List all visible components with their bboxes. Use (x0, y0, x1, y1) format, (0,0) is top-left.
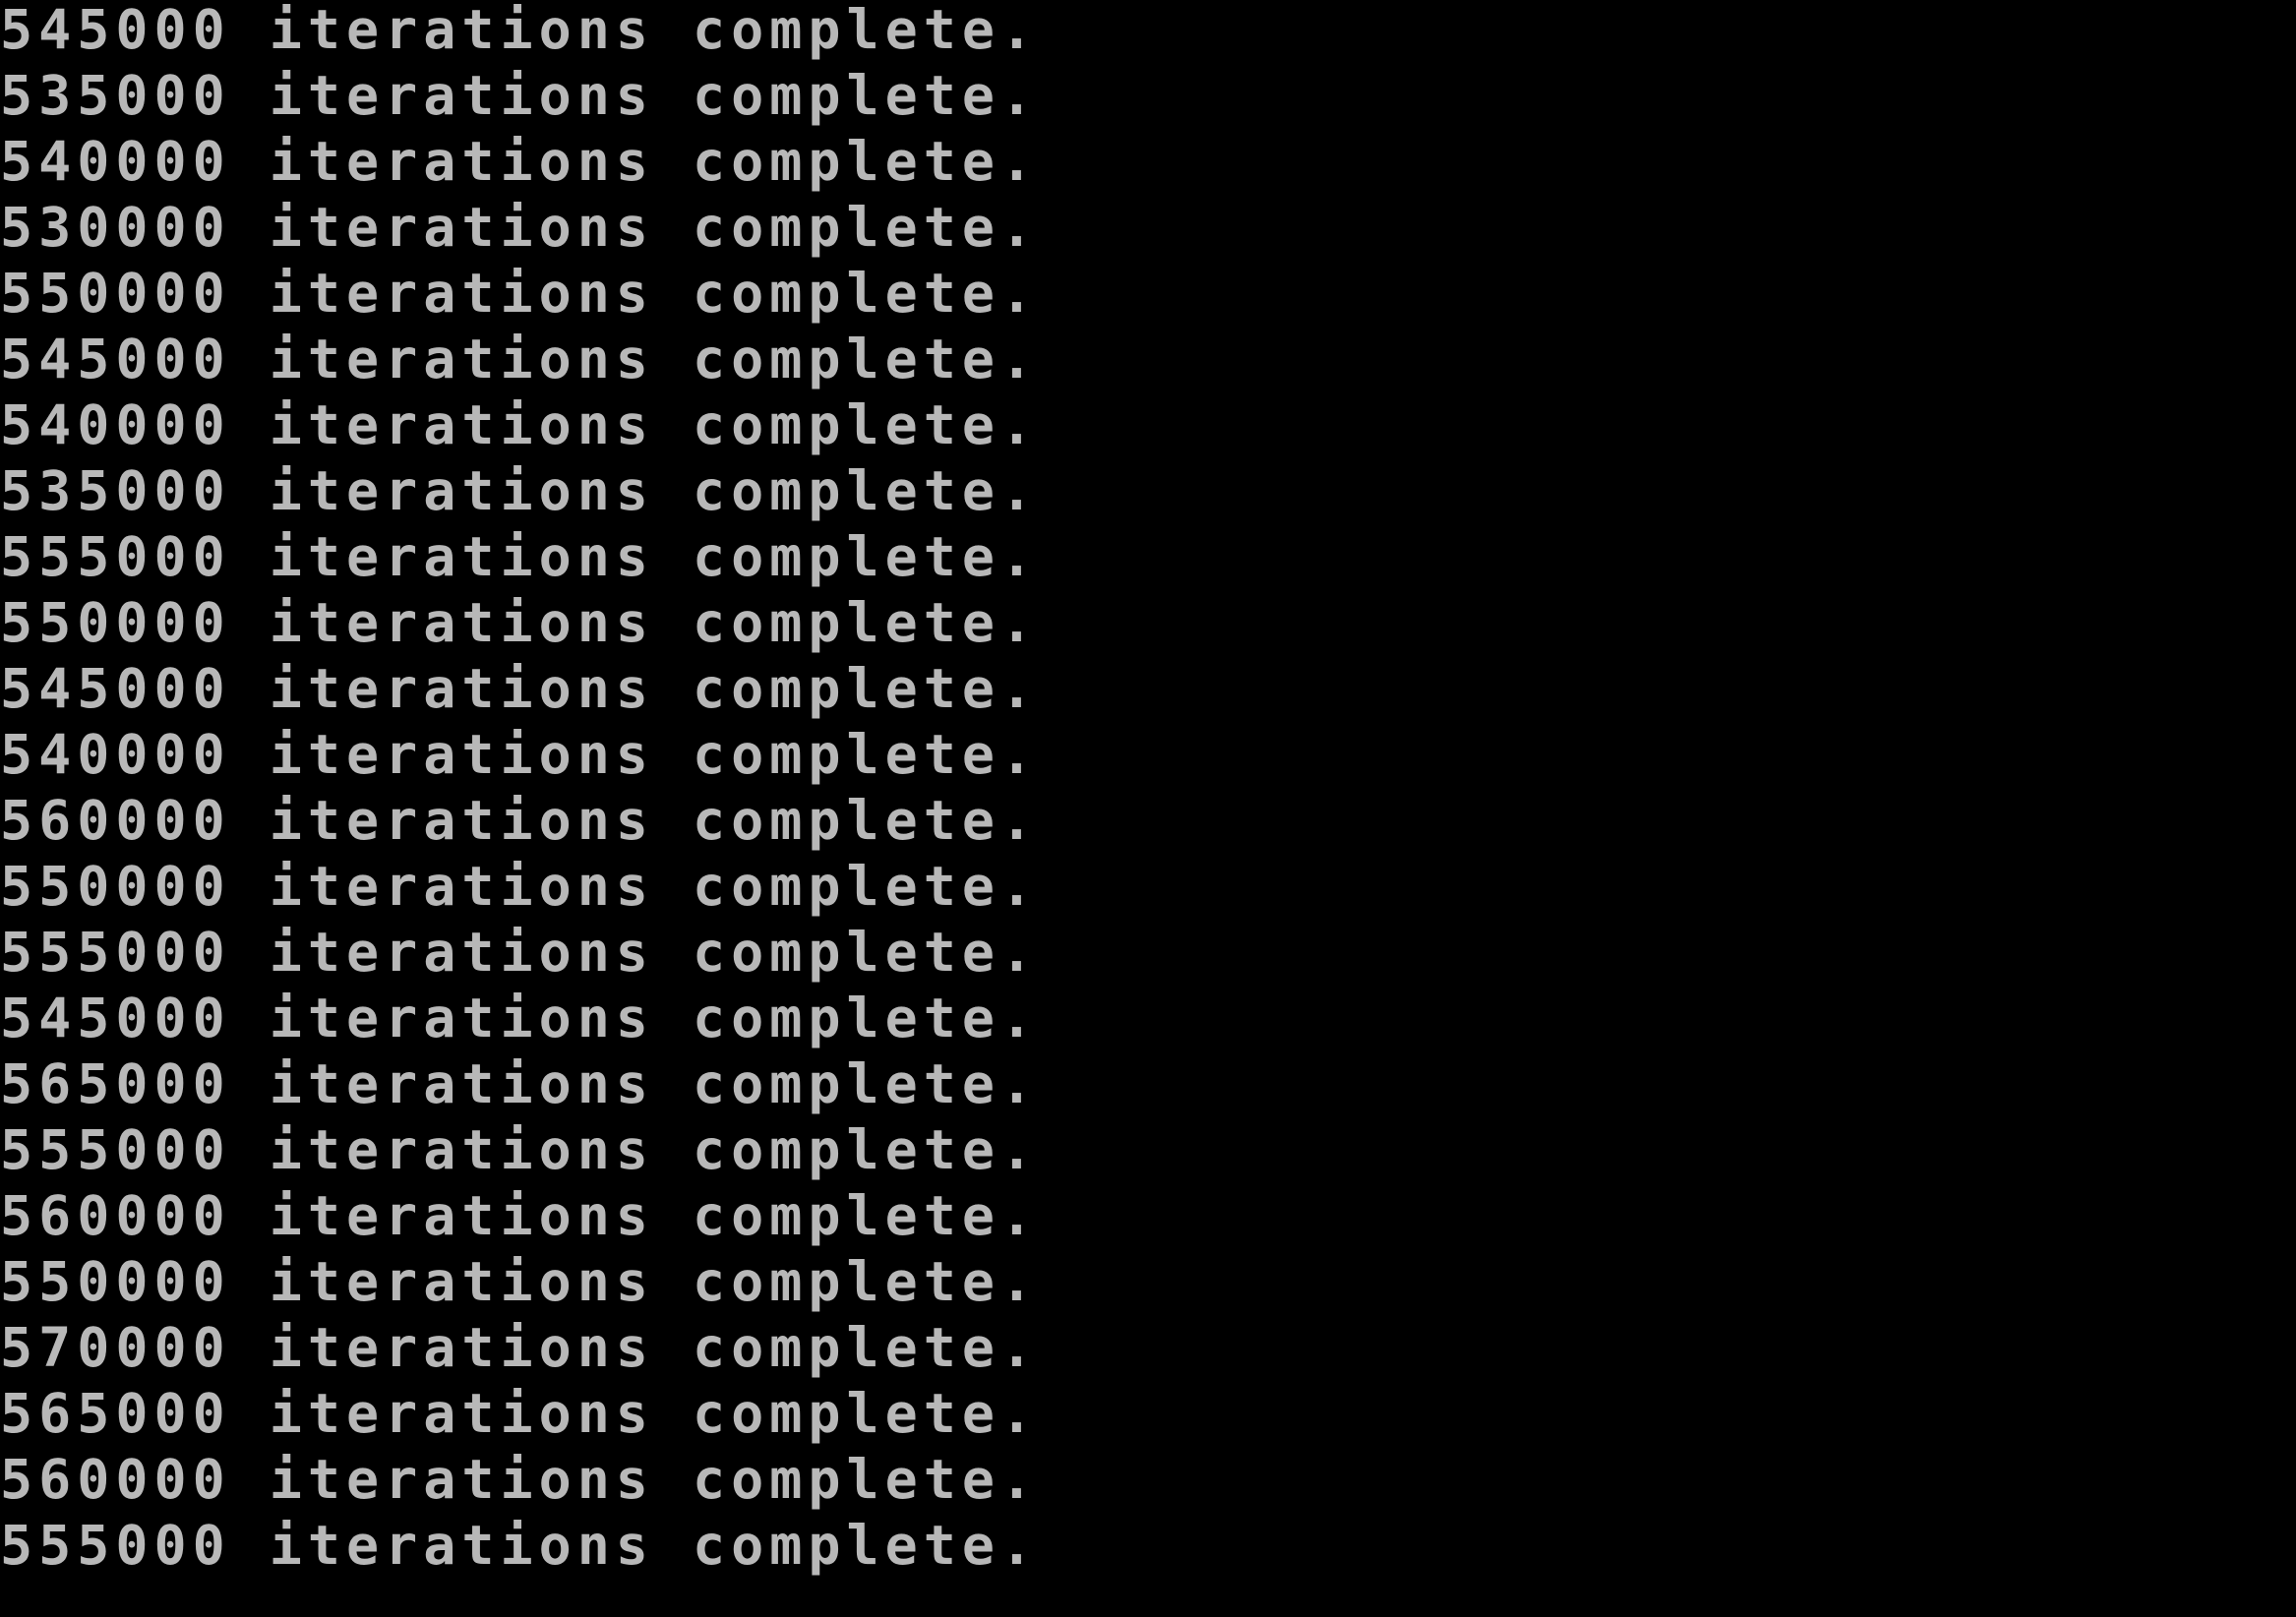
console-line: 565000 iterations complete. (0, 1052, 1040, 1115)
console-line: 540000 iterations complete. (0, 393, 1040, 456)
console-line: 535000 iterations complete. (0, 459, 1040, 522)
console-line: 555000 iterations complete. (0, 1118, 1040, 1181)
console-line: 560000 iterations complete. (0, 789, 1040, 852)
console-line: 550000 iterations complete. (0, 591, 1040, 654)
console-line: 555000 iterations complete. (0, 525, 1040, 588)
console-output: 545000 iterations complete. 535000 itera… (0, 3, 1039, 1585)
console-line: 550000 iterations complete. (0, 855, 1040, 918)
console-line: 560000 iterations complete. (0, 1448, 1040, 1511)
console-line: 545000 iterations complete. (0, 0, 1040, 61)
console-line: 545000 iterations complete. (0, 987, 1040, 1049)
console-line: 560000 iterations complete. (0, 1184, 1040, 1247)
console-line: 555000 iterations complete. (0, 1514, 1040, 1577)
console-line: 545000 iterations complete. (0, 328, 1040, 390)
console-line: 535000 iterations complete. (0, 64, 1040, 127)
console-line: 550000 iterations complete. (0, 262, 1040, 325)
console-line: 555000 iterations complete. (0, 921, 1040, 984)
console-line: 540000 iterations complete. (0, 130, 1040, 193)
console-line: 570000 iterations complete. (0, 1316, 1040, 1379)
console-line: 530000 iterations complete. (0, 196, 1040, 259)
console-line: 545000 iterations complete. (0, 657, 1040, 720)
console-line: 565000 iterations complete. (0, 1382, 1040, 1445)
console-line: 540000 iterations complete. (0, 723, 1040, 786)
console-line: 550000 iterations complete. (0, 1250, 1040, 1313)
console-window[interactable]: 545000 iterations complete. 535000 itera… (0, 0, 2296, 1617)
